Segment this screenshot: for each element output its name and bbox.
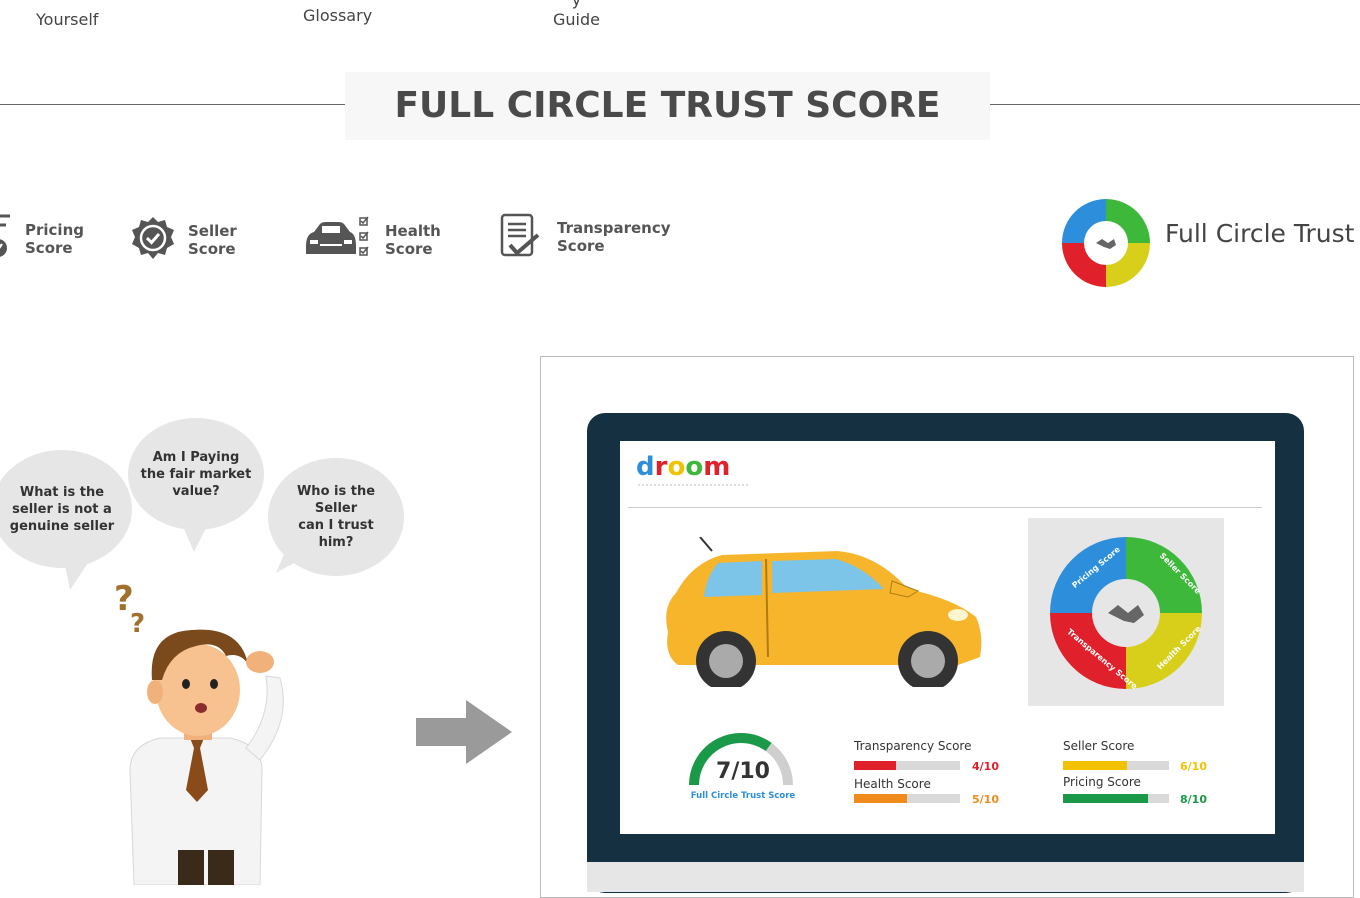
gauge-label: Full Circle Trust Score [690, 791, 796, 801]
full-circle-trust-label: Full Circle Trust [1165, 219, 1355, 248]
nav-item-guide[interactable]: y Guide [553, 0, 600, 30]
health-score-label: Health Score [385, 222, 441, 258]
bar-value-transparency: 4/10 [972, 760, 999, 773]
screen-header-divider [628, 507, 1262, 508]
seller-badge-icon [132, 217, 174, 259]
bar-value-seller: 6/10 [1180, 760, 1207, 773]
nav-item-guide-line2: Guide [553, 10, 600, 29]
title-divider-right [990, 104, 1360, 105]
confused-man-illustration: ? ? [114, 580, 284, 885]
nav-item-yourself[interactable]: Yourself [36, 10, 98, 30]
bar-label-seller: Seller Score [1063, 739, 1135, 753]
svg-text:droom: droom [636, 452, 730, 482]
section-title: FULL CIRCLE TRUST SCORE [345, 72, 990, 140]
pricing-icon [0, 214, 10, 257]
bubble-tail-1 [64, 560, 90, 590]
bar-label-pricing: Pricing Score [1063, 775, 1141, 789]
laptop-base [587, 862, 1304, 892]
laptop-screen: droom droom Pricing Score Seller Score H… [620, 441, 1275, 834]
bar-track-pricing [1063, 794, 1169, 803]
nav-item-glossary[interactable]: Glossary [303, 6, 372, 26]
bar-track-health [854, 794, 960, 803]
transparency-score-label: Transparency Score [557, 219, 671, 255]
bar-value-health: 5/10 [972, 793, 999, 806]
yellow-hatchback-car [666, 537, 982, 687]
seller-score-label: Seller Score [188, 222, 237, 258]
bar-label-health: Health Score [854, 777, 931, 791]
trust-wheel: Pricing Score Seller Score Health Score … [1050, 537, 1203, 691]
bar-track-transparency [854, 761, 960, 770]
car-health-icon [306, 216, 369, 256]
right-arrow-icon [416, 700, 512, 764]
thought-bubble-fair-value: Am I Paying the fair market value? [128, 418, 264, 530]
bar-fill-seller [1063, 761, 1127, 770]
document-check-icon [500, 213, 540, 257]
pricing-score-label: Pricing Score [25, 221, 84, 257]
bar-track-seller [1063, 761, 1169, 770]
bar-fill-health [854, 794, 907, 803]
nav-item-guide-line1: y [553, 0, 600, 10]
gauge-value: 7/10 [716, 759, 770, 784]
full-circle-trust-logo [1062, 199, 1150, 287]
bar-fill-transparency [854, 761, 897, 770]
title-divider-left [0, 104, 345, 105]
bar-label-transparency: Transparency Score [854, 739, 972, 753]
bar-value-pricing: 8/10 [1180, 793, 1207, 806]
bubble-tail-2 [182, 524, 208, 552]
svg-text:?: ? [130, 609, 145, 639]
droom-logo: droom [636, 452, 748, 486]
bubble-tail-3 [276, 545, 308, 573]
thought-bubble-genuine-seller: What is the seller is not a genuine seller [0, 450, 132, 568]
bar-fill-pricing [1063, 794, 1148, 803]
